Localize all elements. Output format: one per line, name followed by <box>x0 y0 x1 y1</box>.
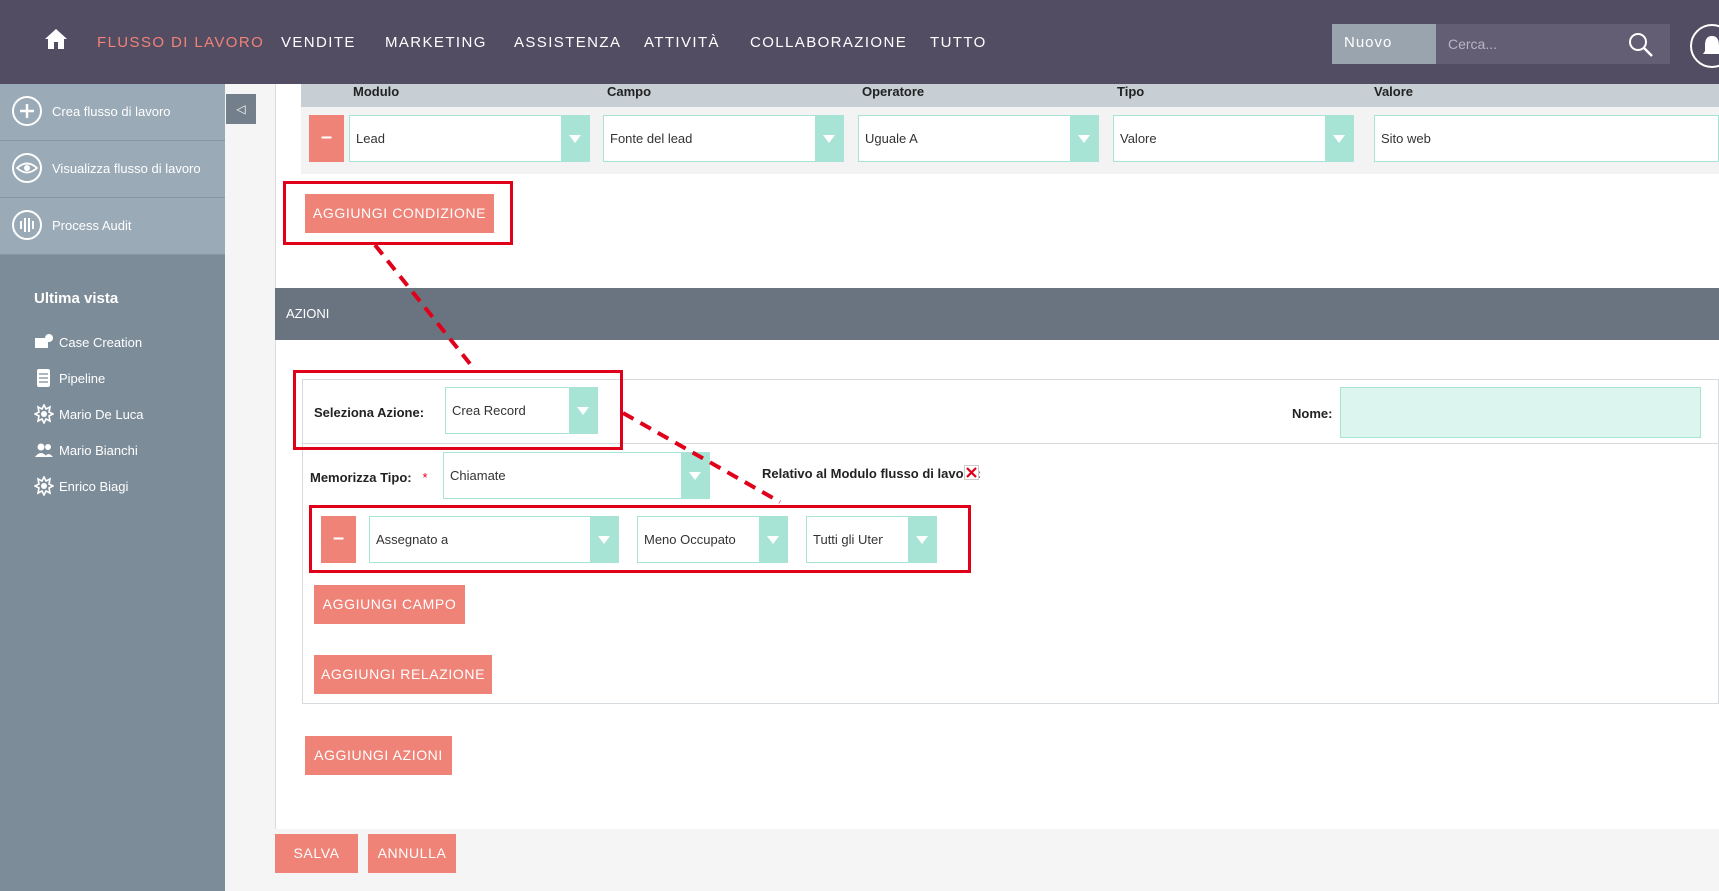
dropdown-arrow-icon <box>561 116 589 161</box>
recent-item-label: Mario Bianchi <box>59 443 138 458</box>
plus-circle-icon <box>12 96 42 126</box>
condition-type-select[interactable]: Valore <box>1113 115 1354 162</box>
condition-value-input[interactable]: Sito web <box>1374 115 1719 162</box>
dropdown-arrow-icon <box>681 453 709 498</box>
remove-condition-button[interactable]: – <box>309 115 344 162</box>
sidebar: Crea flusso di lavoro Visualizza flusso … <box>0 84 225 891</box>
checkbox-x-icon[interactable] <box>964 465 979 480</box>
conditions-header <box>301 84 1719 107</box>
column-operator: Operatore <box>862 84 925 99</box>
nav-item-all[interactable]: TUTTO <box>930 34 987 51</box>
nav-item-marketing[interactable]: MARKETING <box>385 34 487 51</box>
column-value: Valore <box>1374 84 1414 99</box>
recent-item-label: Case Creation <box>59 335 143 350</box>
dropdown-arrow-icon <box>815 116 843 161</box>
eye-icon <box>12 153 42 183</box>
recently-viewed-heading: Ultima vista <box>34 290 119 307</box>
nav-item-activities[interactable]: ATTIVITÀ <box>644 34 720 51</box>
action-name-input[interactable] <box>1340 387 1701 438</box>
sidebar-action-view-workflow[interactable]: Visualizza flusso di lavoro <box>0 141 225 198</box>
nav-item-workflow[interactable]: FLUSSO DI LAVORO <box>97 34 264 51</box>
column-module: Modulo <box>353 84 400 99</box>
nav-item-support[interactable]: ASSISTENZA <box>514 34 621 51</box>
add-actions-button[interactable]: AGGIUNGI AZIONI <box>305 736 452 775</box>
select-value: Valore <box>1120 131 1157 146</box>
required-mark: * <box>422 470 428 485</box>
add-relation-button[interactable]: AGGIUNGI RELAZIONE <box>314 655 492 694</box>
column-type: Tipo <box>1117 84 1145 99</box>
select-value: Fonte del lead <box>610 131 693 146</box>
condition-field-select[interactable]: Fonte del lead <box>603 115 844 162</box>
dropdown-arrow-icon <box>1070 116 1098 161</box>
store-type-text: Memorizza Tipo: <box>310 470 412 485</box>
related-module-label: Relativo al Modulo flusso di lavoro: <box>762 466 981 481</box>
document-icon <box>37 369 50 387</box>
store-type-select[interactable]: Chiamate <box>443 452 710 499</box>
sidebar-action-label: Visualizza flusso di lavoro <box>52 161 201 176</box>
select-value: Lead <box>356 131 385 146</box>
recent-item-label: Pipeline <box>59 371 106 386</box>
store-type-label: Memorizza Tipo: * <box>310 470 428 485</box>
top-navigation-bar: FLUSSO DI LAVORO VENDITE MARKETING ASSIS… <box>0 0 1719 84</box>
collapse-sidebar-button[interactable]: ◁ <box>226 94 256 124</box>
contacts-icon <box>35 443 53 457</box>
cancel-button[interactable]: ANNULLA <box>368 834 456 873</box>
condition-module-select[interactable]: Lead <box>349 115 590 162</box>
recent-item-label: Mario De Luca <box>59 407 144 422</box>
sidebar-action-label: Process Audit <box>52 218 132 233</box>
workflow-gear-icon <box>34 404 54 424</box>
nav-item-collaboration[interactable]: COLLABORAZIONE <box>750 34 907 51</box>
highlight-box <box>293 370 623 450</box>
actions-section-header: AZIONI <box>275 288 1719 340</box>
notifications-bell-icon[interactable] <box>1690 24 1719 68</box>
select-value: Uguale A <box>865 131 918 146</box>
highlight-box <box>283 181 513 245</box>
new-record-label: Nuovo <box>1344 34 1393 51</box>
sidebar-action-process-audit[interactable]: Process Audit <box>0 198 225 255</box>
column-field: Campo <box>607 84 652 99</box>
home-icon[interactable] <box>44 28 68 50</box>
add-field-button[interactable]: AGGIUNGI CAMPO <box>314 585 465 624</box>
sidebar-action-label: Crea flusso di lavoro <box>52 104 171 119</box>
highlight-box <box>309 505 971 573</box>
workflow-gear-icon <box>34 476 54 496</box>
input-value: Sito web <box>1381 131 1431 146</box>
search-icon[interactable] <box>1628 32 1654 58</box>
section-title: AZIONI <box>286 306 330 321</box>
condition-operator-select[interactable]: Uguale A <box>858 115 1099 162</box>
save-button[interactable]: SALVA <box>275 834 358 873</box>
name-label: Nome: <box>1292 406 1333 421</box>
audit-bars-icon <box>12 210 42 240</box>
case-icon <box>35 334 53 348</box>
select-value: Chiamate <box>450 468 506 483</box>
dropdown-arrow-icon <box>1325 116 1353 161</box>
recent-item-label: Enrico Biagi <box>59 479 129 494</box>
sidebar-action-create-workflow[interactable]: Crea flusso di lavoro <box>0 84 225 141</box>
nav-item-sales[interactable]: VENDITE <box>281 34 356 51</box>
